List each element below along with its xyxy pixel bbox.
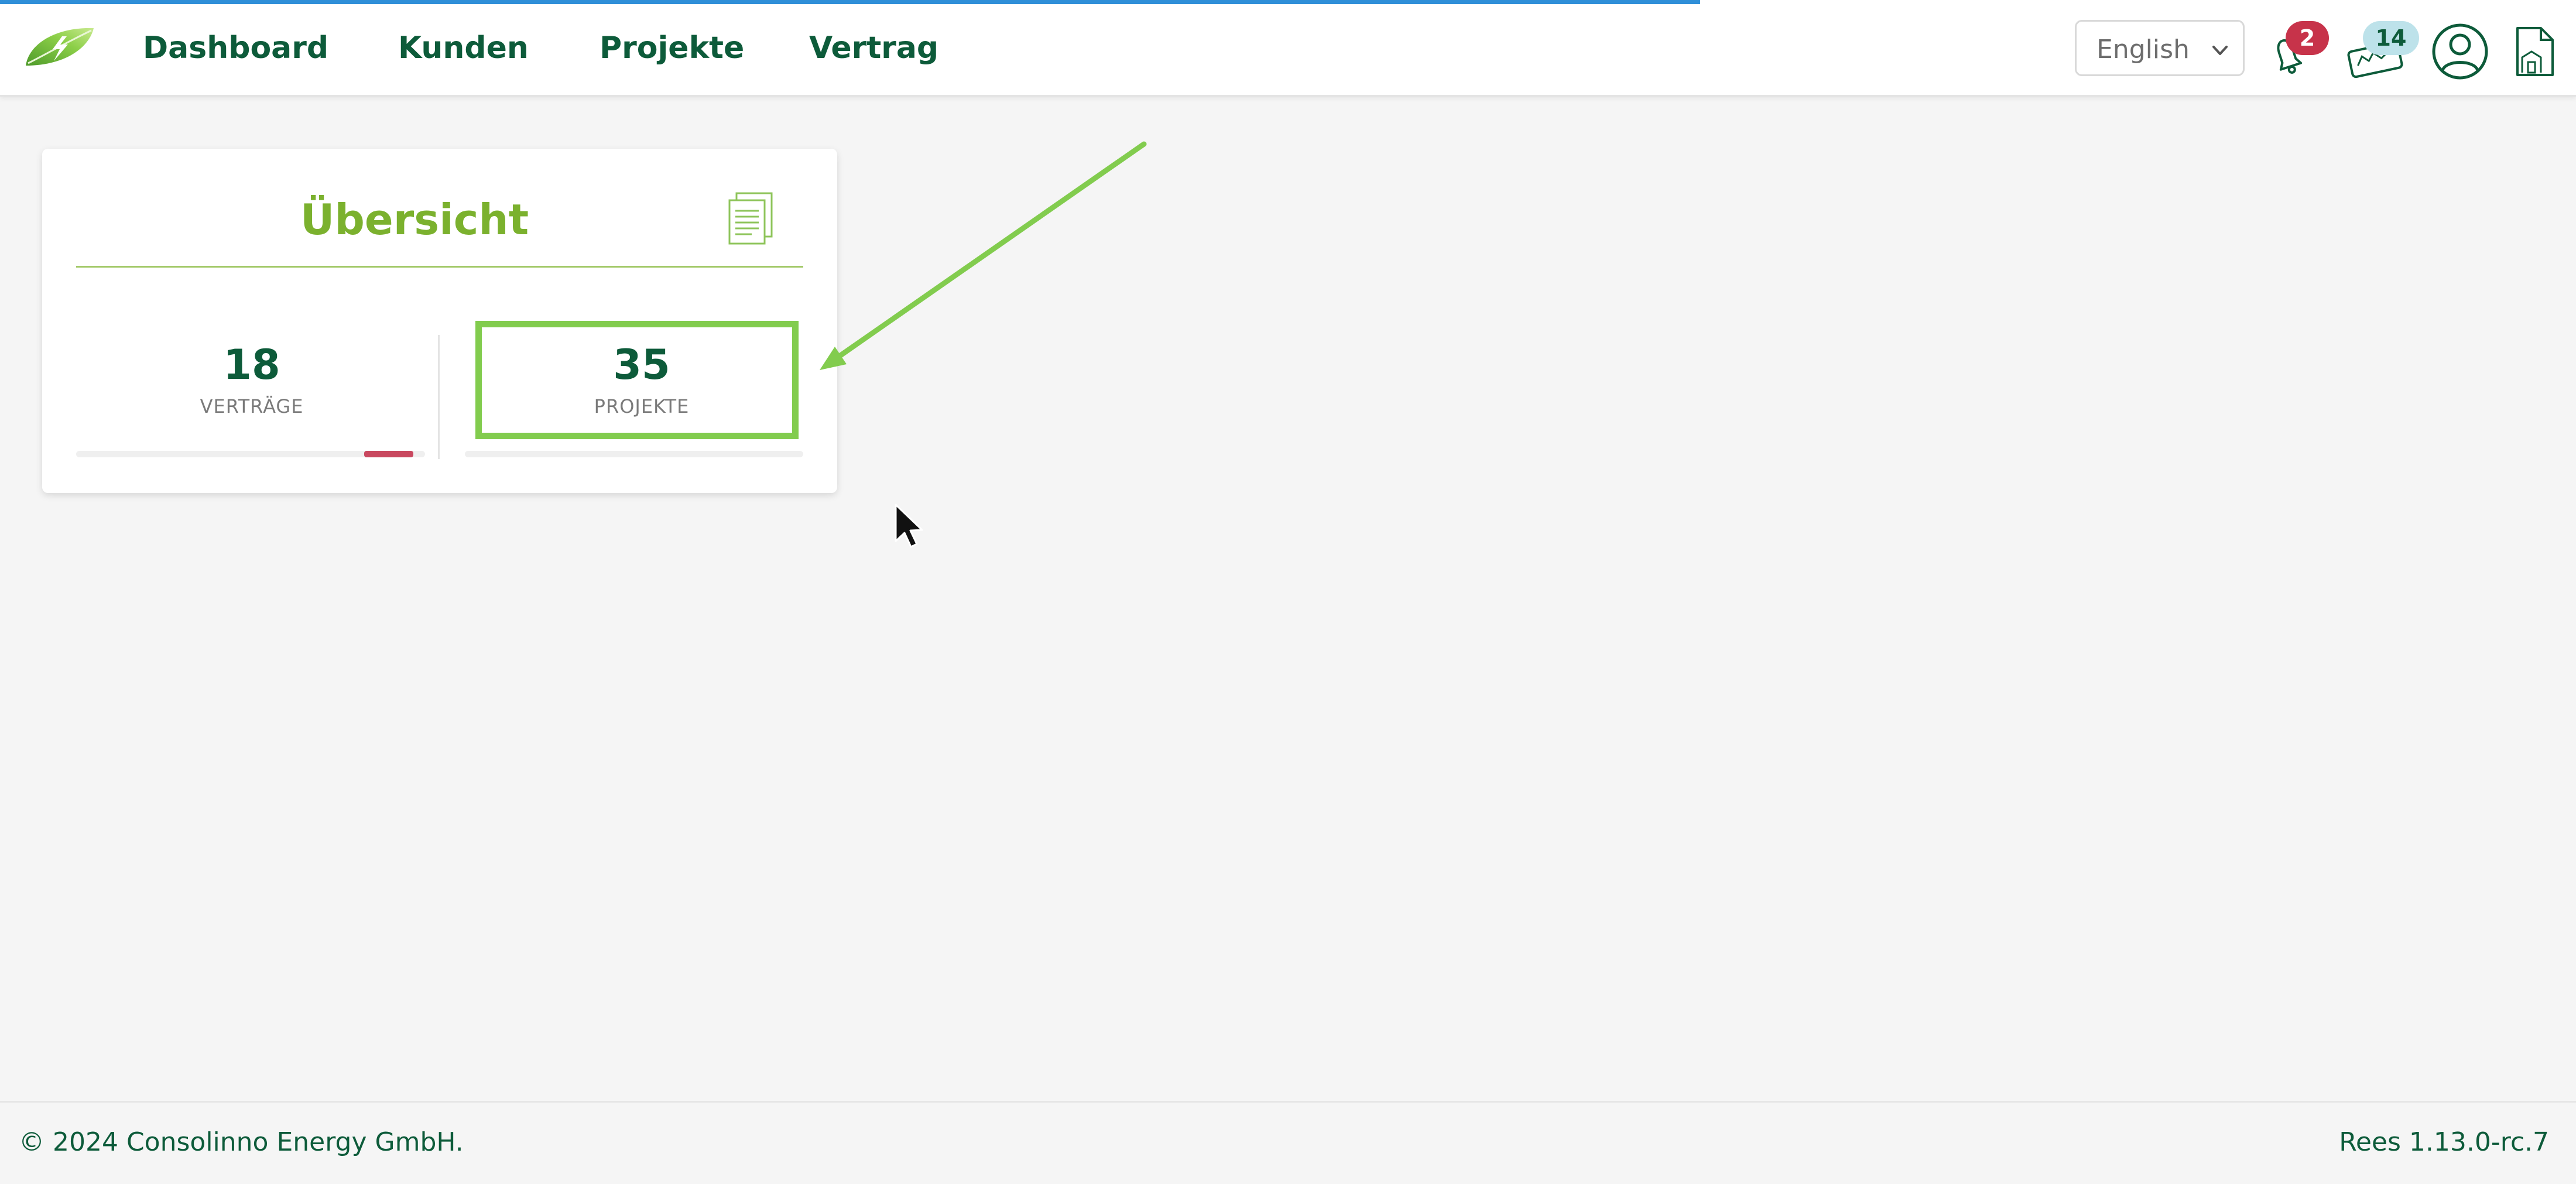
page-loading-progress-bar bbox=[0, 0, 1700, 4]
top-navigation-bar: Dashboard Kunden Projekte Vertrag Englis… bbox=[0, 0, 2576, 97]
nav-kunden[interactable]: Kunden bbox=[398, 30, 529, 66]
overview-card: Übersicht 18 VERTRÄGE 35 PROJEKTE bbox=[42, 149, 837, 493]
page-footer: © 2024 Consolinno Energy GmbH. Rees 1.13… bbox=[0, 1101, 2576, 1184]
overview-card-title: Übersicht bbox=[300, 195, 529, 244]
language-select[interactable]: English bbox=[2075, 20, 2245, 76]
stat-vertraege[interactable]: 18 VERTRÄGE bbox=[76, 340, 427, 419]
chevron-down-icon bbox=[2212, 46, 2228, 55]
stat-projekte-label: PROJEKTE bbox=[594, 395, 690, 418]
building-document-icon[interactable] bbox=[2512, 23, 2558, 80]
notifications-badge: 2 bbox=[2286, 21, 2329, 55]
app-logo-icon[interactable] bbox=[23, 25, 96, 69]
nav-projekte[interactable]: Projekte bbox=[600, 30, 744, 66]
stat-vertraege-label: VERTRÄGE bbox=[200, 395, 304, 418]
footer-version: Rees 1.13.0-rc.7 bbox=[2339, 1127, 2549, 1157]
stat-projekte-bar bbox=[465, 451, 803, 457]
nav-dashboard[interactable]: Dashboard bbox=[143, 30, 328, 66]
document-icon bbox=[728, 192, 773, 245]
news-badge: 14 bbox=[2363, 21, 2419, 55]
notifications-button[interactable]: 2 bbox=[2265, 21, 2329, 80]
language-select-value: English bbox=[2097, 35, 2190, 64]
stat-projekte-value: 35 bbox=[613, 341, 670, 389]
user-account-icon[interactable] bbox=[2431, 22, 2489, 81]
news-button[interactable]: 14 bbox=[2345, 21, 2421, 80]
annotation-arrow bbox=[820, 141, 1147, 370]
stat-projekte[interactable]: 35 PROJEKTE bbox=[464, 340, 820, 419]
overview-card-divider bbox=[76, 266, 803, 268]
stat-vertraege-value: 18 bbox=[223, 341, 280, 389]
stats-divider bbox=[438, 335, 440, 459]
mouse-cursor-icon bbox=[895, 504, 923, 548]
stat-vertraege-bar-fill bbox=[364, 451, 413, 457]
footer-copyright: © 2024 Consolinno Energy GmbH. bbox=[19, 1127, 464, 1157]
nav-vertrag[interactable]: Vertrag bbox=[809, 30, 938, 66]
